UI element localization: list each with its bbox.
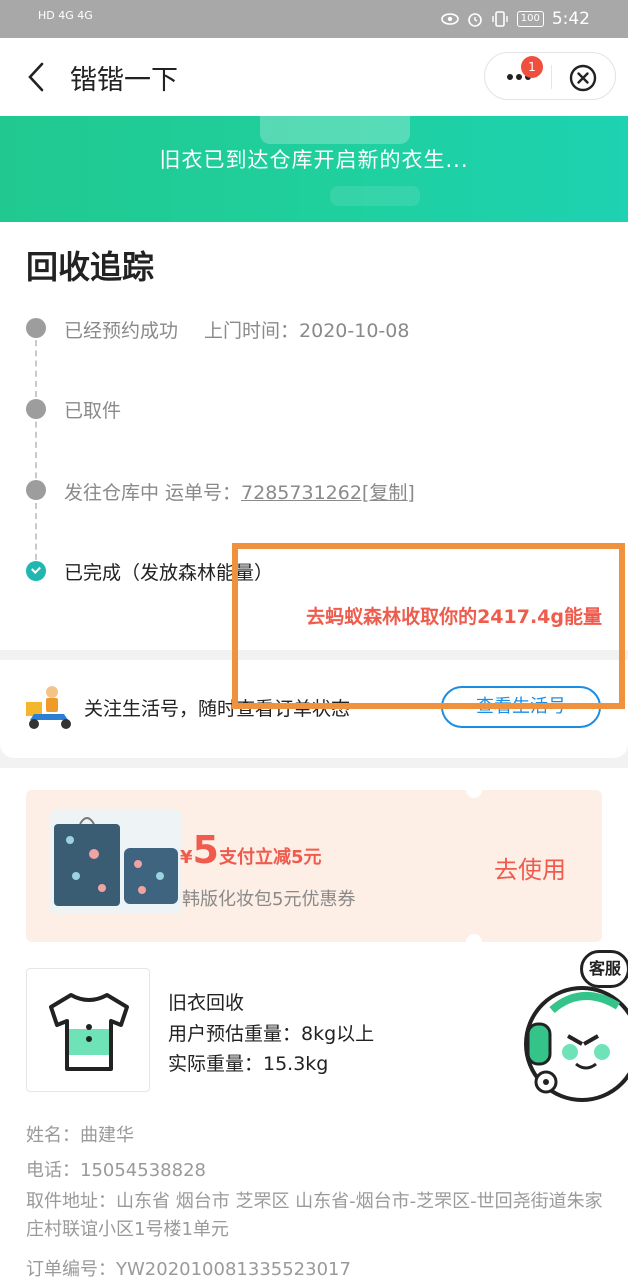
order-number: 订单编号：YW202010081335523017 [26,1259,351,1280]
coupon-amount-text: 支付立减5元 [218,847,322,868]
status-left: HD 4G 4G [38,9,93,22]
step-label: 已完成（发放森林能量） [64,562,274,584]
cosmetic-bag-illustration [54,817,178,906]
actual-weight: 实际重量：15.3kg [168,1053,329,1075]
coupon-value: 5 [192,828,219,872]
battery-indicator: 100 [516,11,544,27]
coupon-notch [466,782,482,798]
mascot-icon [524,986,628,1102]
coupon-amount: ¥5支付立减5元 [180,828,322,872]
timeline-step-shipping: 发往仓库中 运单号：7285731262[复制] [64,478,415,505]
banner-decoration-2 [330,186,420,206]
estimated-weight: 用户预估重量：8kg以上 [168,1023,375,1045]
tracking-title: 回收追踪 [26,248,155,286]
notification-badge: 1 [521,56,543,78]
currency-symbol: ¥ [180,847,193,868]
pickup-time: 上门时间：2020-10-08 [204,320,410,342]
alarm-icon [467,13,482,27]
cosmetic-bag-image [50,810,182,914]
customer-service-widget[interactable]: 客服 [522,948,628,1128]
step-label: 发往仓库中 运单号： [64,482,242,504]
step-label: 已取件 [64,400,122,422]
pickup-address: 取件地址：山东省 烟台市 芝罘区 山东省-烟台市-芝罘区-世回尧街道朱家庄村联谊… [26,1191,603,1240]
recycle-tracking-card: 回收追踪 已经预约成功 上门时间：2020-10-08 已取件 发往仓库中 运单号… [0,222,628,650]
follow-text: 关注生活号，随时查看订单状态 [84,698,351,720]
mini-program-capsule: 1 [484,52,616,100]
page-title: 锴锴一下 [70,65,178,96]
delivery-scooter-icon [26,686,71,729]
tshirt-icon [26,968,150,1092]
check-icon [26,561,46,581]
timeline-dot [26,399,46,419]
close-icon[interactable] [569,64,597,92]
banner-text: 旧衣已到达仓库开启新的衣生... [159,148,469,172]
signal-icons: HD 4G 4G [38,9,93,22]
product-name: 旧衣回收 [168,992,245,1014]
vibrate-icon [492,11,508,27]
timeline-line [35,330,37,570]
view-life-account-button[interactable]: 查看生活号 [441,686,601,728]
capsule-divider [551,65,552,89]
step-label: 已经预约成功 [64,320,179,342]
timeline-step-completed: 已完成（发放森林能量） [64,558,273,585]
follow-card: 关注生活号，随时查看订单状态 查看生活号 [0,660,628,758]
nav-bar: 锴锴一下 1 [0,38,628,116]
banner-decoration [260,116,410,144]
status-time: 5:42 [551,9,590,29]
contact-name: 姓名：曲建华 [26,1125,134,1146]
coupon-description: 韩版化妆包5元优惠券 [182,889,356,910]
status-banner: 旧衣已到达仓库开启新的衣生... [0,116,628,222]
status-right: 100 5:42 [440,9,590,29]
status-bar: HD 4G 4G 100 5:42 [0,0,628,38]
coupon-card[interactable]: ¥5支付立减5元 韩版化妆包5元优惠券 去使用 [26,782,602,950]
eye-icon [440,13,459,25]
back-arrow-icon[interactable] [22,60,52,94]
timeline-dot [26,318,46,338]
waybill-copy-link[interactable]: 7285731262[复制] [241,482,415,504]
timeline-step-booked: 已经预约成功 上门时间：2020-10-08 [64,316,409,343]
forest-energy-link[interactable]: 去蚂蚁森林收取你的2417.4g能量 [306,602,602,629]
contact-phone: 电话：15054538828 [26,1160,206,1181]
coupon-notch [466,934,482,950]
use-coupon-button[interactable]: 去使用 [494,850,566,885]
timeline-step-picked: 已取件 [64,396,121,423]
timeline-dot [26,480,46,500]
